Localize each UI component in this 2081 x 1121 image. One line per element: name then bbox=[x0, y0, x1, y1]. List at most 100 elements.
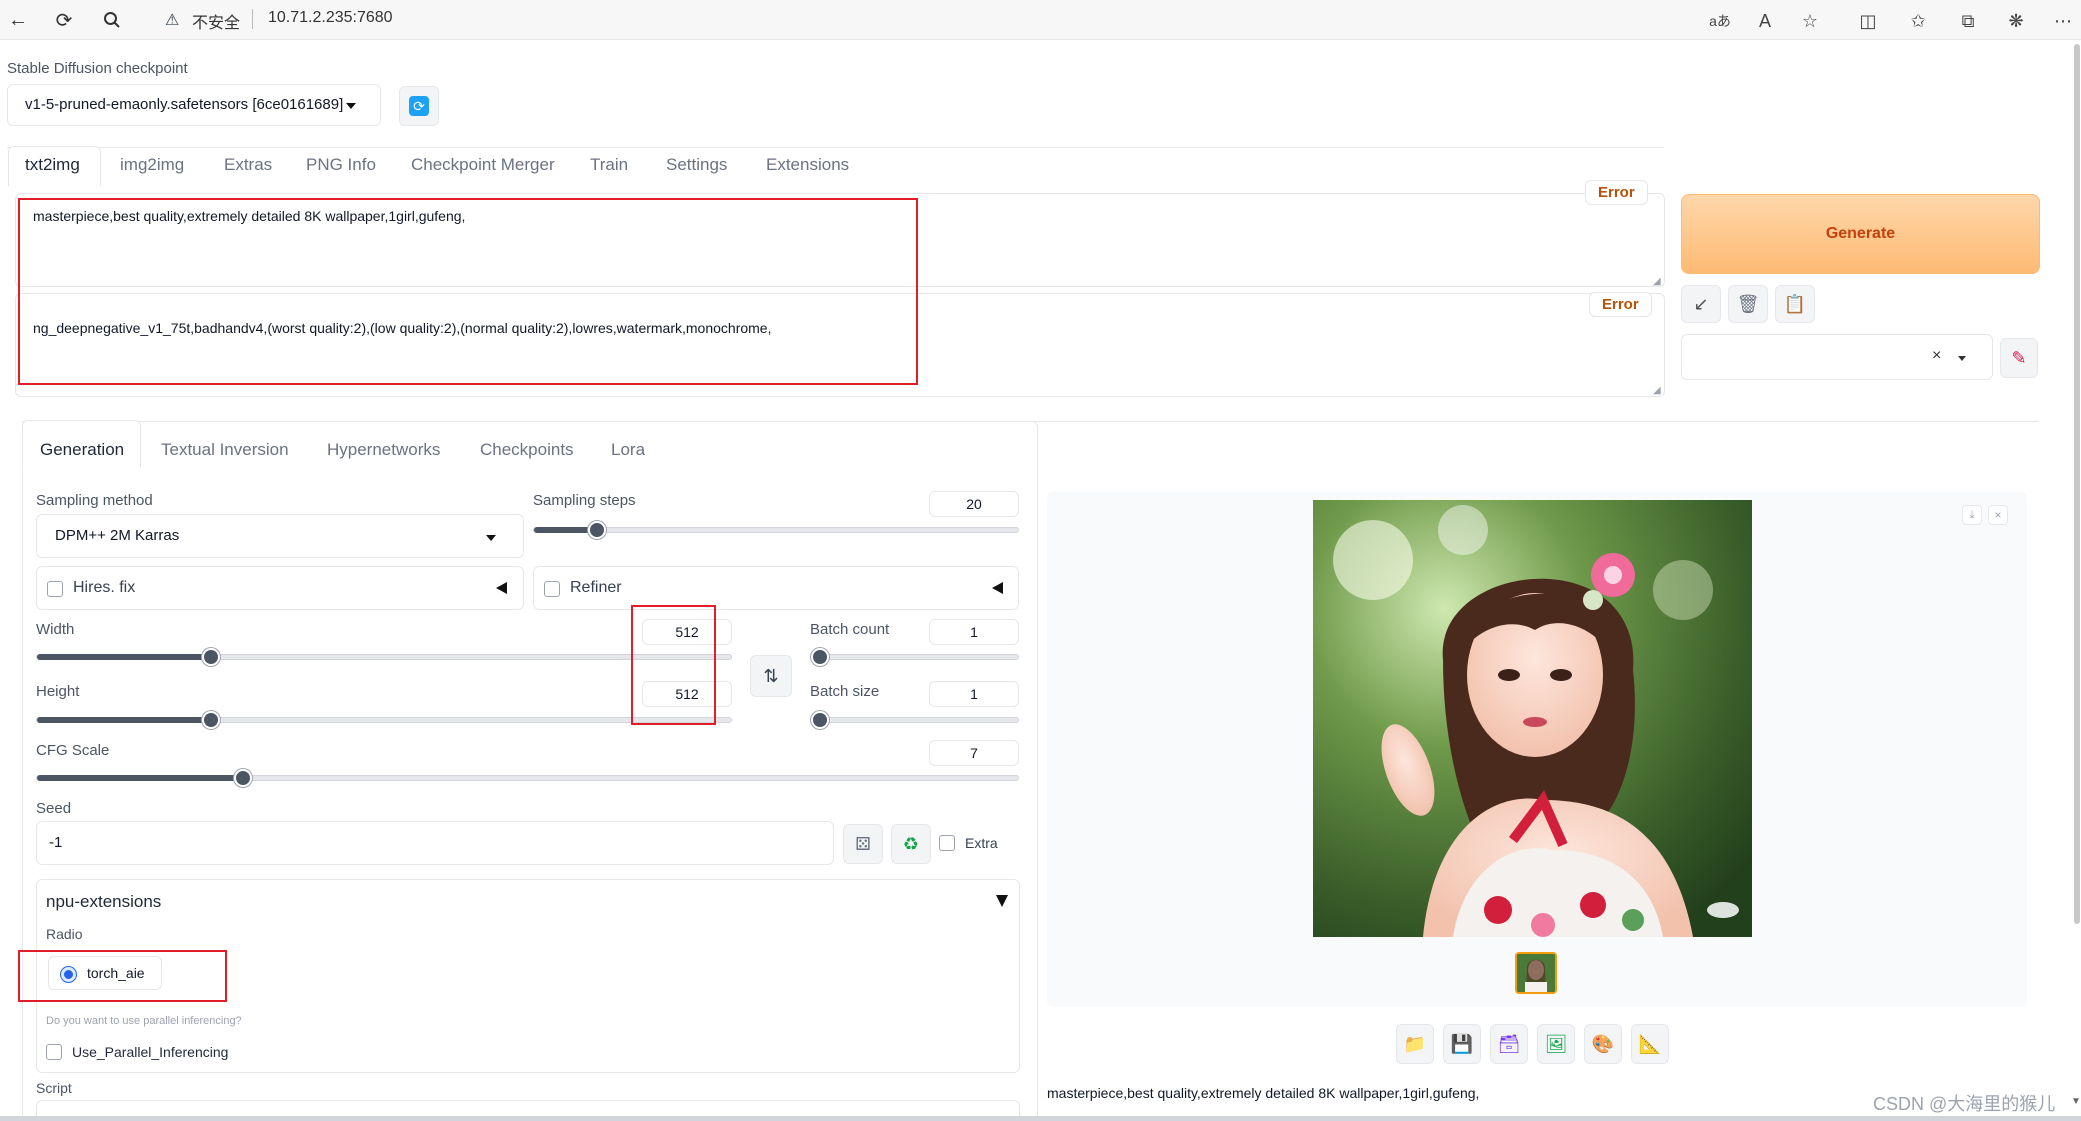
tab-checkpoint-merger[interactable]: Checkpoint Merger bbox=[411, 155, 555, 175]
refresh-checkpoint-button[interactable]: ⟳ bbox=[399, 86, 439, 126]
send-to-inpaint-button[interactable]: 🎨 bbox=[1584, 1024, 1622, 1064]
reuse-seed-button[interactable]: ♻ bbox=[891, 824, 931, 864]
warning-icon: ⚠ bbox=[165, 12, 180, 29]
tab-extras[interactable]: Extras bbox=[224, 155, 272, 175]
tab-train[interactable]: Train bbox=[590, 155, 628, 175]
slider-thumb[interactable] bbox=[202, 648, 220, 666]
subtab-checkpoints[interactable]: Checkpoints bbox=[480, 440, 574, 460]
slider-thumb[interactable] bbox=[588, 521, 606, 539]
save-button[interactable]: 💾 bbox=[1443, 1024, 1481, 1064]
sampling-steps-input[interactable]: 20 bbox=[929, 491, 1019, 517]
star-icon[interactable]: ☆ bbox=[1797, 8, 1823, 34]
page-scrollbar[interactable] bbox=[2074, 44, 2080, 924]
prompt-highlight-box bbox=[18, 198, 918, 385]
slider-thumb[interactable] bbox=[202, 711, 220, 729]
scroll-down-icon[interactable]: ▼ bbox=[2071, 1096, 2081, 1107]
resize-handle-icon[interactable]: ◢ bbox=[1653, 276, 1661, 287]
collapse-arrow-icon[interactable] bbox=[992, 582, 1003, 594]
address-divider bbox=[252, 9, 253, 29]
ruler-icon: 📐 bbox=[1638, 1033, 1662, 1054]
favorites-icon[interactable]: ✩ bbox=[1905, 8, 1931, 34]
collapse-arrow-icon[interactable] bbox=[496, 582, 507, 594]
zip-button[interactable]: 🗃 bbox=[1490, 1024, 1528, 1064]
slider-fill bbox=[37, 654, 211, 660]
positive-error-badge: Error bbox=[1585, 180, 1648, 205]
cfg-scale-input[interactable]: 7 bbox=[929, 740, 1019, 766]
clear-prompt-button[interactable]: 🗑 bbox=[1728, 285, 1768, 323]
seed-input[interactable]: -1 bbox=[36, 821, 834, 865]
read-params-button[interactable]: ↙ bbox=[1681, 285, 1721, 323]
paste-style-button[interactable]: 📋 bbox=[1775, 285, 1815, 323]
tab-img2img[interactable]: img2img bbox=[120, 155, 184, 175]
swap-icon: ⇅ bbox=[763, 665, 779, 686]
search-icon[interactable] bbox=[98, 6, 126, 34]
back-arrow-icon[interactable]: ← bbox=[4, 6, 32, 34]
subtab-hypernetworks[interactable]: Hypernetworks bbox=[327, 440, 440, 460]
output-thumbnail[interactable] bbox=[1515, 952, 1557, 994]
refresh-icon[interactable]: ⟳ bbox=[50, 6, 78, 34]
width-label: Width bbox=[36, 621, 75, 638]
extra-seed-checkbox[interactable] bbox=[939, 835, 955, 851]
height-slider[interactable] bbox=[36, 711, 732, 729]
sampling-steps-slider[interactable] bbox=[533, 521, 1019, 539]
read-aloud-icon[interactable]: aあ bbox=[1707, 8, 1733, 34]
batch-size-label: Batch size bbox=[810, 683, 880, 700]
hires-fix-accordion[interactable]: Hires. fix bbox=[36, 566, 524, 610]
subtab-lora[interactable]: Lora bbox=[611, 440, 645, 460]
parallel-question: Do you want to use parallel inferencing? bbox=[46, 1015, 242, 1027]
random-seed-button[interactable]: ⚄ bbox=[843, 824, 883, 864]
slider-thumb[interactable] bbox=[234, 769, 252, 787]
main-tab-divider bbox=[7, 147, 1663, 148]
palette-icon: 🎨 bbox=[1591, 1033, 1615, 1054]
address-bar[interactable]: 10.71.2.235:7680 bbox=[268, 9, 393, 27]
generate-button[interactable]: Generate bbox=[1681, 194, 2040, 274]
refiner-accordion[interactable]: Refiner bbox=[533, 566, 1019, 610]
slider-thumb[interactable] bbox=[811, 711, 829, 729]
tab-extensions[interactable]: Extensions bbox=[766, 155, 849, 175]
download-icon[interactable]: ⤓ bbox=[1962, 505, 1982, 525]
subtab-generation[interactable]: Generation bbox=[40, 440, 124, 460]
width-slider[interactable] bbox=[36, 648, 732, 666]
radio-highlight-box bbox=[18, 950, 227, 1002]
script-label: Script bbox=[36, 1080, 72, 1096]
checkpoint-select[interactable]: v1-5-pruned-emaonly.safetensors [6ce0161… bbox=[7, 84, 381, 126]
clear-icon[interactable]: × bbox=[1932, 347, 1941, 365]
styles-select[interactable]: × bbox=[1681, 334, 1993, 380]
batch-count-slider[interactable] bbox=[810, 648, 1019, 666]
expand-arrow-icon[interactable] bbox=[996, 895, 1008, 907]
negative-error-badge: Error bbox=[1589, 292, 1652, 317]
resize-handle-icon[interactable]: ◢ bbox=[1653, 385, 1661, 396]
tab-png-info[interactable]: PNG Info bbox=[306, 155, 376, 175]
send-to-img2img-button[interactable]: 🖼 bbox=[1537, 1024, 1575, 1064]
save-icon: 💾 bbox=[1450, 1033, 1474, 1054]
send-to-extras-button[interactable]: 📐 bbox=[1631, 1024, 1669, 1064]
more-icon[interactable]: ⋯ bbox=[2050, 8, 2076, 34]
collections-icon[interactable]: ⧉ bbox=[1955, 8, 1981, 34]
extensions-icon[interactable]: ❋ bbox=[2003, 8, 2029, 34]
edit-styles-button[interactable]: ✎ bbox=[2000, 338, 2038, 378]
trash-icon: 🗑 bbox=[1736, 293, 1760, 314]
refiner-checkbox[interactable] bbox=[544, 581, 560, 597]
hires-fix-checkbox[interactable] bbox=[47, 581, 63, 597]
split-screen-icon[interactable]: ◫ bbox=[1855, 8, 1881, 34]
swap-dimensions-button[interactable]: ⇅ bbox=[750, 655, 792, 697]
batch-size-input[interactable]: 1 bbox=[929, 681, 1019, 707]
sampling-method-select[interactable]: DPM++ 2M Karras bbox=[36, 514, 524, 558]
checkpoint-value: v1-5-pruned-emaonly.safetensors [6ce0161… bbox=[25, 96, 344, 113]
parallel-inferencing-checkbox[interactable] bbox=[46, 1044, 62, 1060]
cfg-scale-slider[interactable] bbox=[36, 769, 1019, 787]
open-folder-button[interactable]: 📁 bbox=[1396, 1024, 1434, 1064]
tab-settings[interactable]: Settings bbox=[666, 155, 727, 175]
arrow-icon: ↙ bbox=[1693, 293, 1709, 314]
close-icon[interactable]: × bbox=[1988, 505, 2008, 525]
batch-size-slider[interactable] bbox=[810, 711, 1019, 729]
batch-count-input[interactable]: 1 bbox=[929, 619, 1019, 645]
generated-image[interactable] bbox=[1313, 500, 1752, 937]
text-size-icon[interactable]: A bbox=[1752, 8, 1778, 34]
tab-txt2img[interactable]: txt2img bbox=[25, 155, 80, 175]
hires-fix-label: Hires. fix bbox=[73, 579, 136, 596]
csdn-watermark: CSDN @大海里的猴儿 bbox=[1873, 1094, 2056, 1114]
archive-icon: 🗃 bbox=[1497, 1033, 1521, 1054]
slider-thumb[interactable] bbox=[811, 648, 829, 666]
subtab-textual-inversion[interactable]: Textual Inversion bbox=[161, 440, 289, 460]
